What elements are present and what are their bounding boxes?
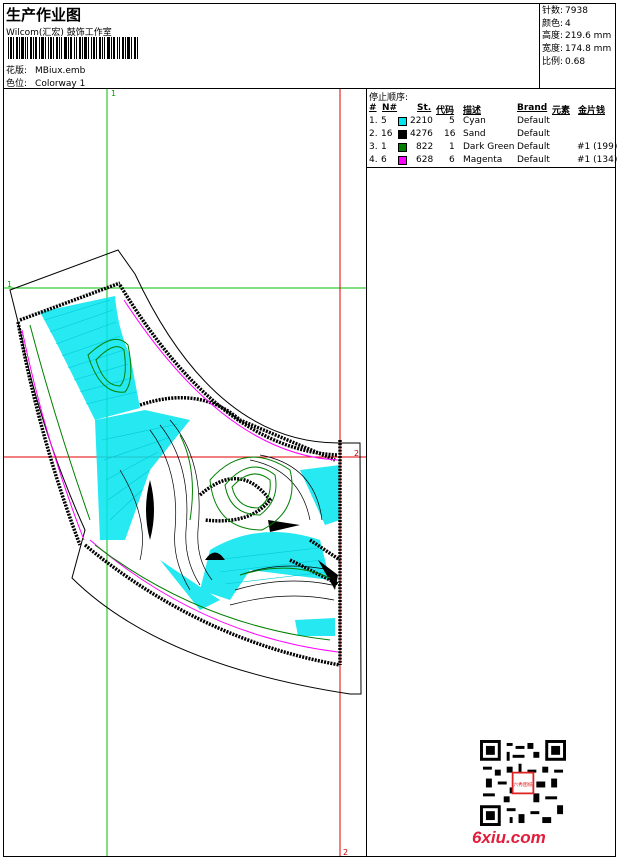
guide-label-red-h: 2: [354, 449, 359, 458]
qr-seal-text: 六秀图纸: [514, 781, 533, 788]
watermark-text: 6xiu.com: [472, 828, 546, 847]
guide-label-green-h: 1: [7, 280, 12, 289]
qr-code: 六秀图纸: [480, 740, 566, 826]
guide-label-red-v: 2: [343, 848, 348, 857]
guide-label-green-v: 1: [111, 89, 116, 98]
embroidery-canvas: 1 1 2 2: [4, 89, 366, 857]
